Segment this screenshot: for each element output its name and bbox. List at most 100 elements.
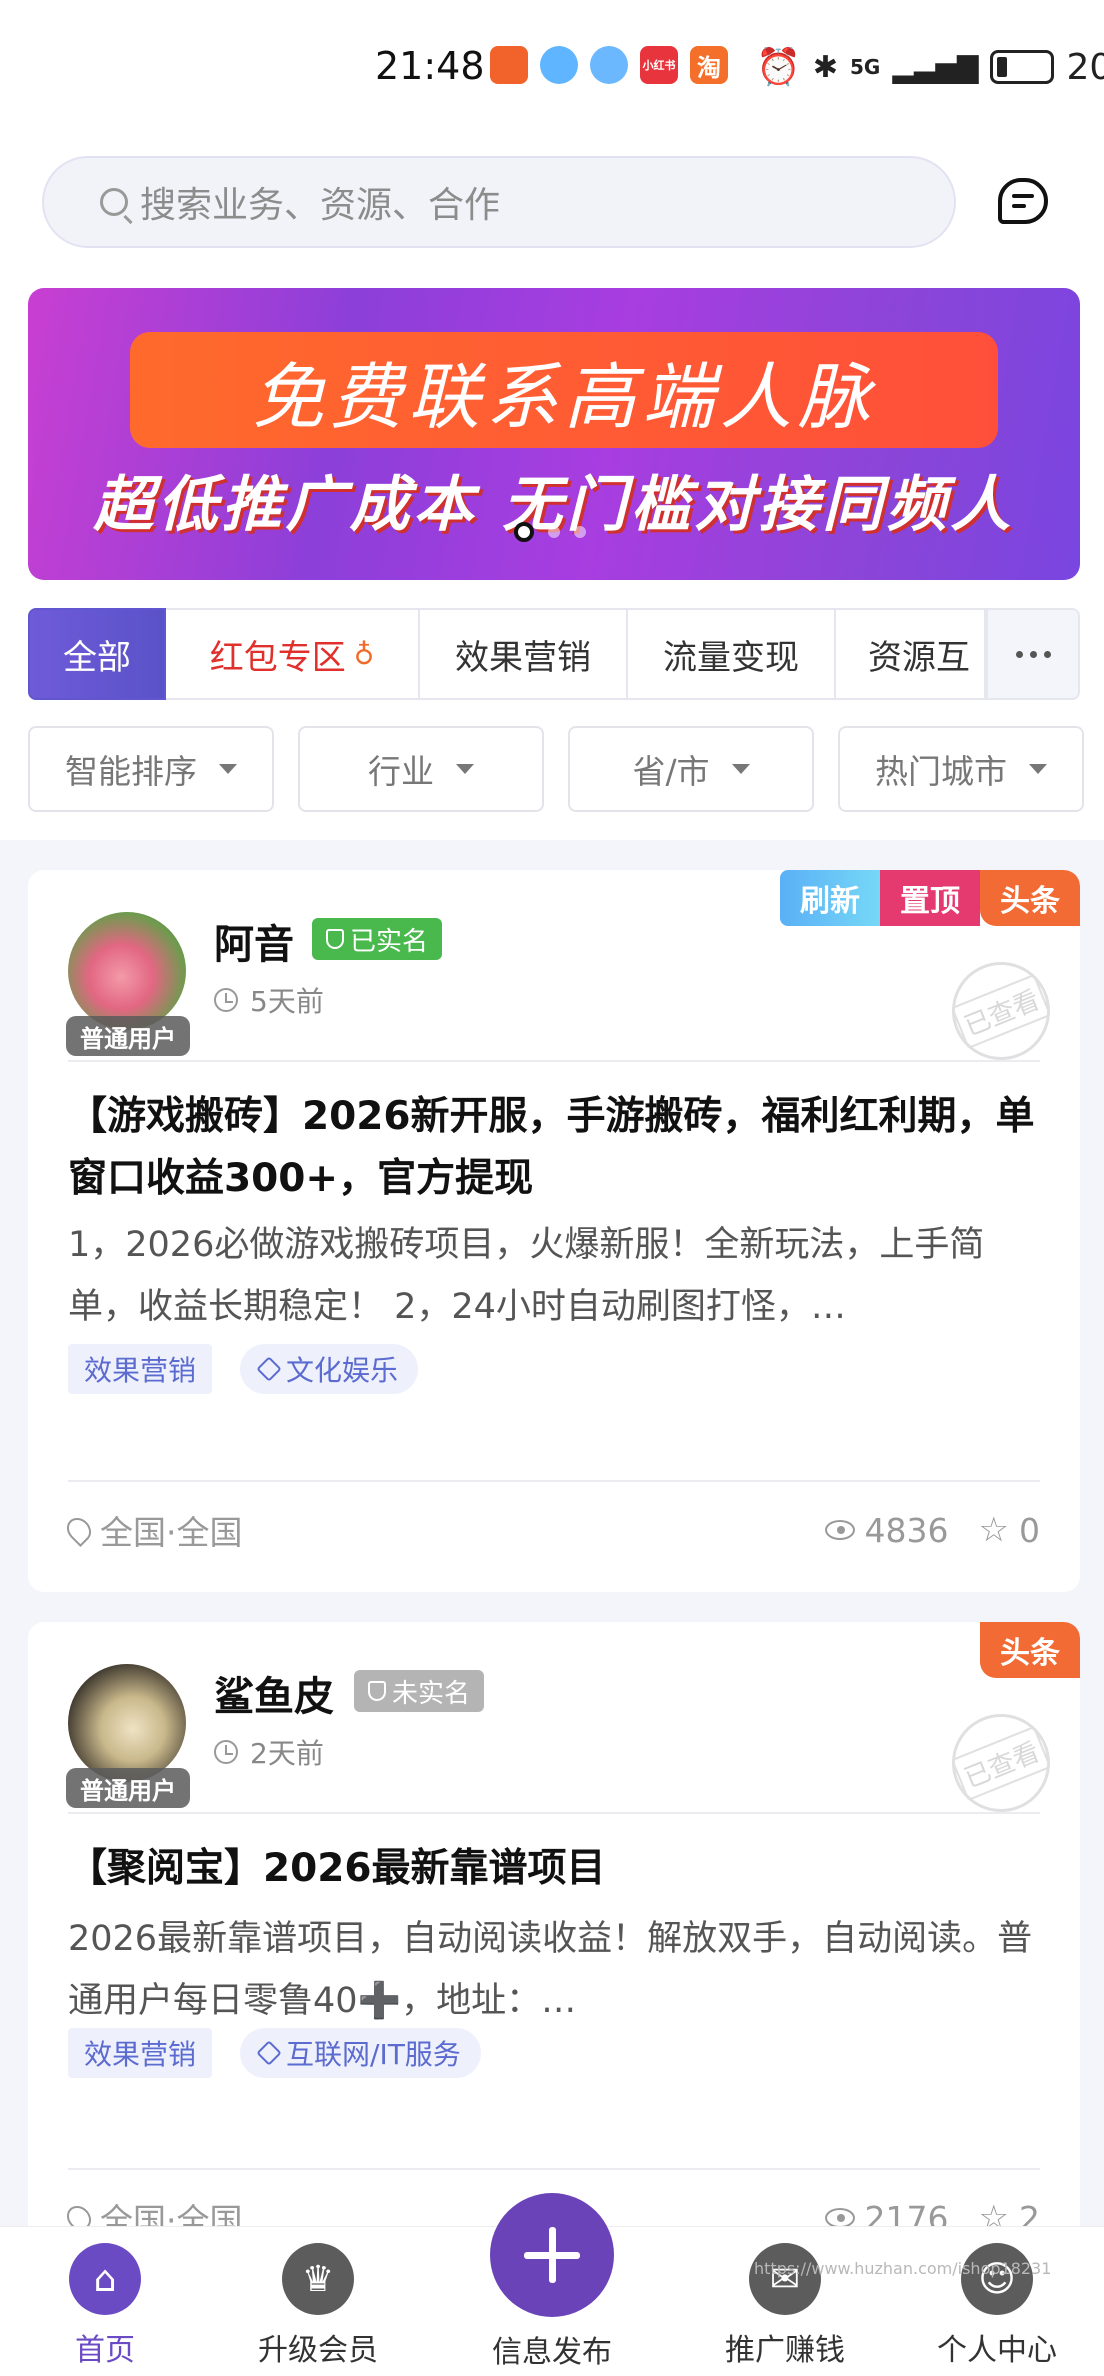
app-icon <box>540 46 578 84</box>
divider <box>68 2168 1040 2170</box>
post-card[interactable]: 刷新 置顶 头条 普通用户 阿音 已实名 5天前 已查看 【游戏搬砖】2026新… <box>28 870 1080 1592</box>
carousel-dot[interactable] <box>574 526 586 538</box>
tag-label: 互联网/IT服务 <box>286 2038 461 2071</box>
post-time: 5天前 <box>214 980 324 1020</box>
avatar[interactable] <box>68 1664 186 1782</box>
search-icon <box>100 188 128 216</box>
nav-label: 推广赚钱 <box>725 2333 845 2368</box>
search-input[interactable]: 搜索业务、资源、合作 <box>42 156 956 248</box>
more-categories-button[interactable] <box>986 608 1080 700</box>
filter-city[interactable]: 热门城市 <box>838 726 1084 812</box>
tag-category[interactable]: 效果营销 <box>68 1344 213 1394</box>
tag-label: 文化娱乐 <box>286 1354 399 1387</box>
filter-label: 行业 <box>368 752 434 791</box>
shield-icon <box>326 929 344 949</box>
xiaohongshu-icon: 小红书 <box>640 46 678 84</box>
tag-category[interactable]: 效果营销 <box>68 2028 213 2078</box>
dot-icon <box>1015 650 1023 658</box>
carousel-dot[interactable] <box>548 526 560 538</box>
viewed-stamp: 已查看 <box>937 947 1065 1075</box>
dot-icon <box>1043 650 1051 658</box>
viewed-label: 已查看 <box>950 1725 1052 1801</box>
publish-button[interactable] <box>490 2193 614 2317</box>
tag-industry[interactable]: 文化娱乐 <box>240 1344 419 1394</box>
eye-icon <box>824 1520 855 1540</box>
carousel-dots <box>514 522 586 542</box>
filter-label: 热门城市 <box>875 752 1007 791</box>
post-tags: 效果营销 互联网/IT服务 <box>68 2028 481 2078</box>
tag-icon <box>256 1356 282 1382</box>
divider <box>68 1480 1040 1482</box>
badge-pinned: 置顶 <box>880 870 980 926</box>
filter-sort[interactable]: 智能排序 <box>28 726 274 812</box>
shield-icon <box>368 1681 386 1701</box>
star-icon[interactable]: ☆ <box>979 1510 1009 1550</box>
location-pin-icon <box>62 1513 96 1547</box>
promo-banner[interactable]: 免费联系高端人脉 超低推广成本 无门槛对接同频人 <box>28 288 1080 580</box>
nav-label: 升级会员 <box>258 2333 378 2368</box>
filter-label: 省/市 <box>632 752 710 791</box>
tab-traffic[interactable]: 流量变现 <box>628 608 836 700</box>
nav-label: 信息发布 <box>492 2335 612 2370</box>
tab-label: 红包专区 <box>209 637 346 678</box>
post-title[interactable]: 【游戏搬砖】2026新开服，手游搬砖，福利红利期，单窗口收益300+，官方提现 <box>68 1086 1048 1210</box>
user-icon: ☺ <box>961 2243 1033 2315</box>
username[interactable]: 鲨鱼皮 <box>214 1664 334 1722</box>
signal-bars-icon: ▂▃▅▇ <box>892 50 979 84</box>
tab-red-packet[interactable]: 红包专区 ♁ <box>166 608 420 700</box>
status-app-icons: 小红书 淘 <box>490 46 728 84</box>
tag-industry[interactable]: 互联网/IT服务 <box>240 2028 481 2078</box>
verify-label: 已实名 <box>350 926 429 957</box>
app-icon <box>490 46 528 84</box>
clock-icon <box>214 988 238 1012</box>
viewed-stamp: 已查看 <box>937 1699 1065 1827</box>
status-bar: 21:48 小红书 淘 ⏰ ✱ 5G ▂▃▅▇ 20% <box>0 0 1104 130</box>
chevron-down-icon <box>731 764 750 774</box>
time-label: 2天前 <box>250 1737 324 1770</box>
viewed-label: 已查看 <box>950 973 1052 1049</box>
time-label: 5天前 <box>250 985 324 1018</box>
divider <box>68 1060 1040 1062</box>
plus-icon <box>524 2227 580 2283</box>
filter-industry[interactable]: 行业 <box>298 726 544 812</box>
filter-bar: 智能排序 行业 省/市 热门城市 <box>28 726 1084 812</box>
tab-label: 资源互 <box>868 637 970 678</box>
chevron-down-icon <box>456 764 474 774</box>
tab-marketing[interactable]: 效果营销 <box>420 608 628 700</box>
tab-resources[interactable]: 资源互 <box>836 608 986 700</box>
tab-label: 效果营销 <box>455 637 591 678</box>
nav-vip[interactable]: ♛ 升级会员 <box>233 2243 403 2369</box>
search-header: 搜索业务、资源、合作 <box>0 130 1104 280</box>
nav-home[interactable]: ⌂ 首页 <box>20 2243 190 2369</box>
app-icon <box>590 46 628 84</box>
alarm-icon: ⏰ <box>756 47 801 88</box>
verified-badge: 已实名 <box>312 918 443 960</box>
message-icon[interactable] <box>998 178 1048 224</box>
category-tabs: 全部 红包专区 ♁ 效果营销 流量变现 资源互 <box>28 608 986 700</box>
filter-province[interactable]: 省/市 <box>568 726 814 812</box>
bluetooth-icon: ✱ <box>812 49 838 85</box>
star-count: 0 <box>1019 1510 1040 1550</box>
post-badges: 刷新 置顶 头条 <box>780 870 1080 926</box>
bottom-nav: ⌂ 首页 ♛ 升级会员 信息发布 ✉ 推广赚钱 ☺ 个人中心 https://w… <box>0 2193 1104 2376</box>
tab-all[interactable]: 全部 <box>28 608 166 700</box>
banner-title: 免费联系高端人脉 <box>251 354 876 439</box>
badge-headline: 头条 <box>980 1622 1080 1678</box>
battery-icon <box>990 50 1055 84</box>
post-title[interactable]: 【聚阅宝】2026最新靠谱项目 <box>68 1838 1048 1900</box>
eye-icon <box>824 2208 855 2228</box>
post-description: 2026最新靠谱项目，自动阅读收益！解放双手，自动阅读。普通用户每日零鲁40➕，… <box>68 1919 1033 2021</box>
tab-label: 全部 <box>63 637 131 678</box>
chevron-down-icon <box>1029 764 1047 774</box>
home-icon: ⌂ <box>69 2243 141 2315</box>
nav-label: 个人中心 <box>937 2333 1057 2368</box>
tab-label: 流量变现 <box>663 637 799 678</box>
top-area: 免费联系高端人脉 超低推广成本 无门槛对接同频人 全部 红包专区 ♁ 效果营销 流… <box>0 280 1104 840</box>
avatar[interactable] <box>68 912 186 1030</box>
battery-level: 20% <box>1066 46 1104 88</box>
post-location: 全国·全国 <box>100 1513 243 1552</box>
post-meta: 全国·全国 4836 ☆ 0 <box>62 1506 1040 1554</box>
post-description: 1，2026必做游戏搬砖项目，火爆新服！全新玩法，上手简单，收益长期稳定！ 2，… <box>68 1225 985 1327</box>
carousel-dot[interactable] <box>514 522 534 542</box>
username[interactable]: 阿音 <box>214 912 294 970</box>
